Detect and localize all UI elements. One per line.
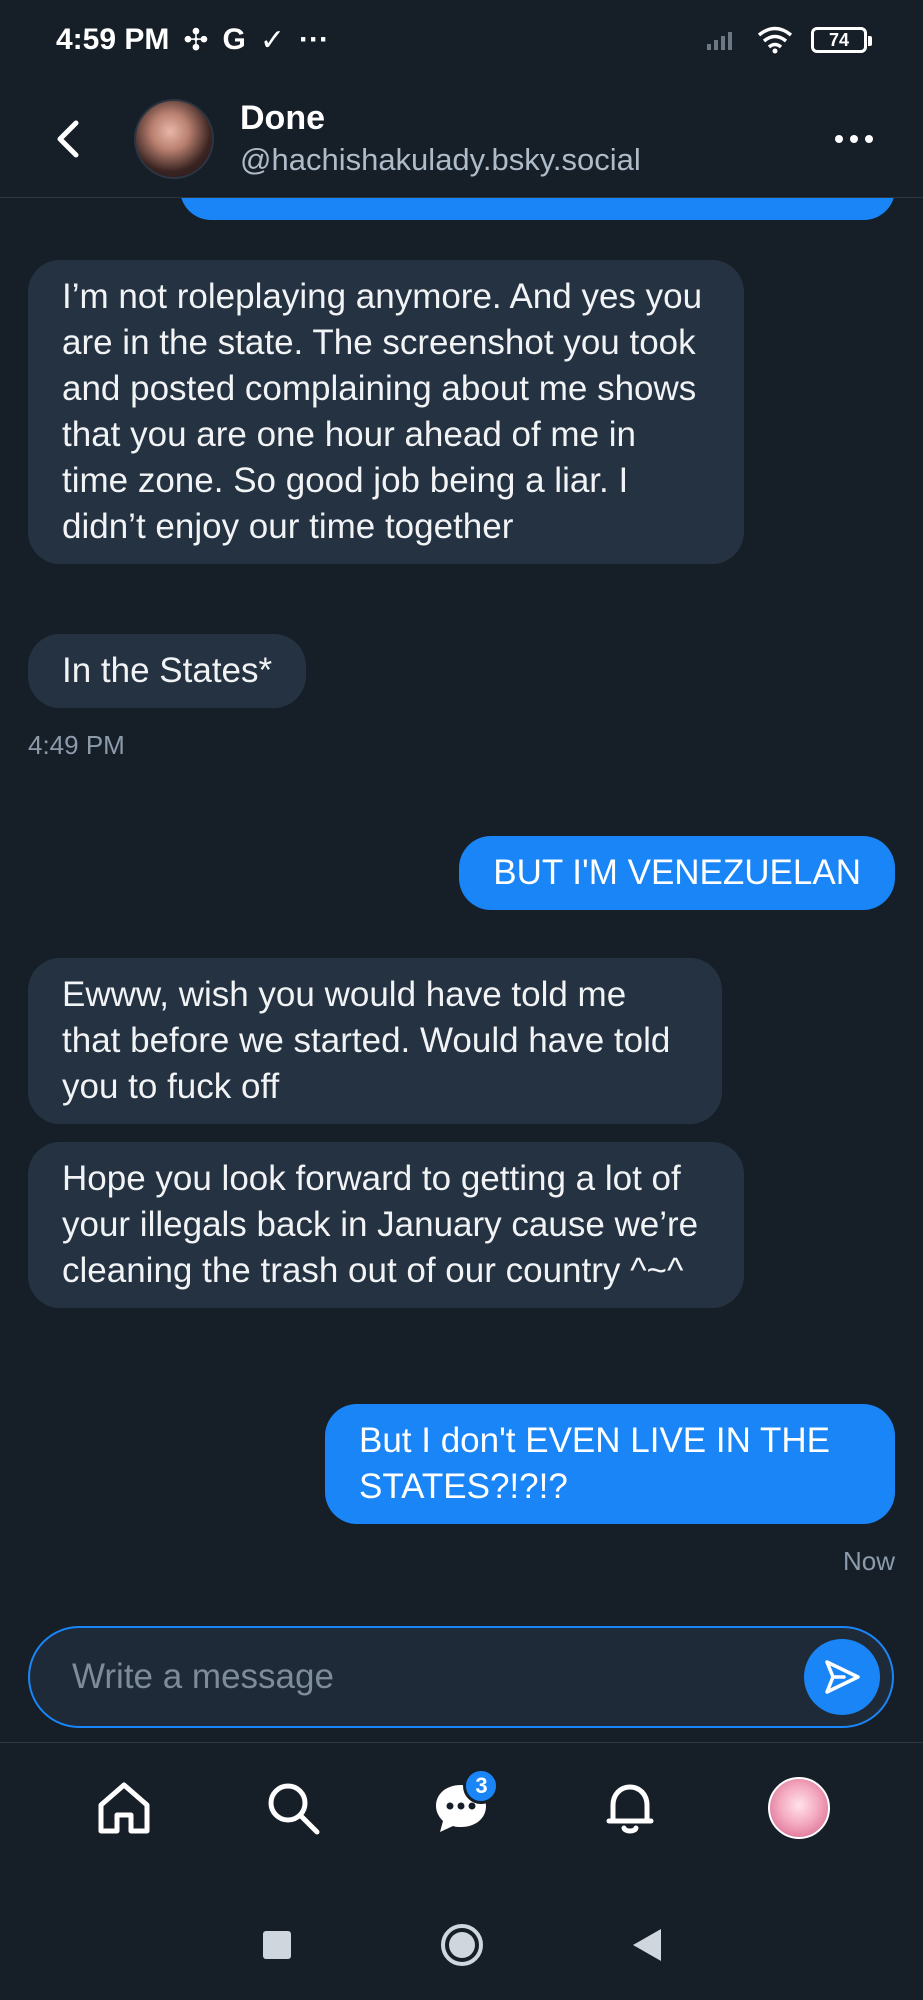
message-text: BUT I'M VENEZUELAN bbox=[493, 853, 861, 892]
more-icon-dot bbox=[850, 134, 858, 143]
send-button[interactable] bbox=[804, 1639, 880, 1715]
message-text: In the States* bbox=[62, 651, 273, 690]
nav-home[interactable] bbox=[84, 1768, 164, 1848]
unread-badge: 3 bbox=[463, 1767, 500, 1804]
home-button[interactable] bbox=[440, 1924, 483, 1966]
message-timestamp: Now bbox=[842, 1546, 895, 1576]
contact-avatar[interactable] bbox=[134, 98, 214, 179]
more-options-button[interactable] bbox=[835, 134, 873, 143]
message-bubble-incoming[interactable]: Ewww, wish you would have told me that b… bbox=[28, 958, 722, 1124]
message-bubble-incoming[interactable]: Hope you look forward to getting a lot o… bbox=[28, 1142, 744, 1308]
conversation-header: Done @hachishakulady.bsky.social bbox=[0, 80, 923, 198]
message-list[interactable]: I’m not roleplaying anymore. And yes you… bbox=[0, 158, 923, 1618]
home-icon bbox=[98, 1782, 150, 1833]
message-bubble-outgoing[interactable]: BUT I'M VENEZUELAN bbox=[459, 836, 895, 910]
recents-button[interactable] bbox=[262, 1931, 291, 1959]
contact-handle: @hachishakulady.bsky.social bbox=[240, 142, 641, 177]
search-icon bbox=[268, 1783, 320, 1834]
signal-icon bbox=[707, 32, 732, 50]
message-text: I’m not roleplaying anymore. And yes you… bbox=[62, 277, 703, 546]
nav-search[interactable] bbox=[253, 1768, 333, 1848]
status-time: 4:59 PM bbox=[56, 23, 170, 56]
bell-icon bbox=[606, 1784, 654, 1833]
message-input[interactable] bbox=[72, 1657, 804, 1697]
message-bubble-outgoing[interactable]: But I don't EVEN LIVE IN THE STATES?!?!? bbox=[325, 1404, 895, 1524]
battery-indicator: 74 bbox=[811, 27, 872, 53]
google-icon: G bbox=[222, 23, 246, 56]
nav-profile[interactable] bbox=[759, 1768, 839, 1848]
nav-notifications[interactable] bbox=[590, 1768, 670, 1848]
message-bubble-incoming[interactable]: In the States* bbox=[28, 634, 307, 708]
nav-chat[interactable]: 3 bbox=[421, 1767, 501, 1848]
message-timestamp: 4:49 PM bbox=[28, 730, 125, 760]
wifi-icon bbox=[757, 26, 793, 54]
system-navigation-bar bbox=[0, 1890, 923, 2000]
pinwheel-icon: ✣ bbox=[183, 23, 209, 57]
more-notifications-icon: ··· bbox=[299, 23, 329, 56]
checkmark-icon: ✓ bbox=[259, 23, 286, 57]
battery-level: 74 bbox=[828, 29, 850, 50]
message-composer bbox=[28, 1626, 894, 1728]
contact-name[interactable]: Done bbox=[240, 99, 641, 138]
bottom-navigation: 3 bbox=[0, 1742, 923, 1872]
message-bubble-incoming[interactable]: I’m not roleplaying anymore. And yes you… bbox=[28, 260, 744, 564]
message-text: Ewww, wish you would have told me that b… bbox=[62, 975, 671, 1106]
chevron-left-icon bbox=[57, 120, 79, 157]
more-icon-dot bbox=[835, 134, 843, 143]
send-icon bbox=[825, 1660, 860, 1694]
status-bar: 4:59 PM ✣ G ✓ ··· 74 bbox=[0, 0, 923, 80]
back-system-button[interactable] bbox=[632, 1929, 661, 1961]
more-icon-dot bbox=[865, 134, 873, 143]
profile-avatar bbox=[767, 1776, 830, 1839]
message-text: But I don't EVEN LIVE IN THE STATES?!?!? bbox=[359, 1421, 830, 1506]
back-button[interactable] bbox=[38, 109, 98, 169]
message-text: Hope you look forward to getting a lot o… bbox=[62, 1159, 699, 1290]
